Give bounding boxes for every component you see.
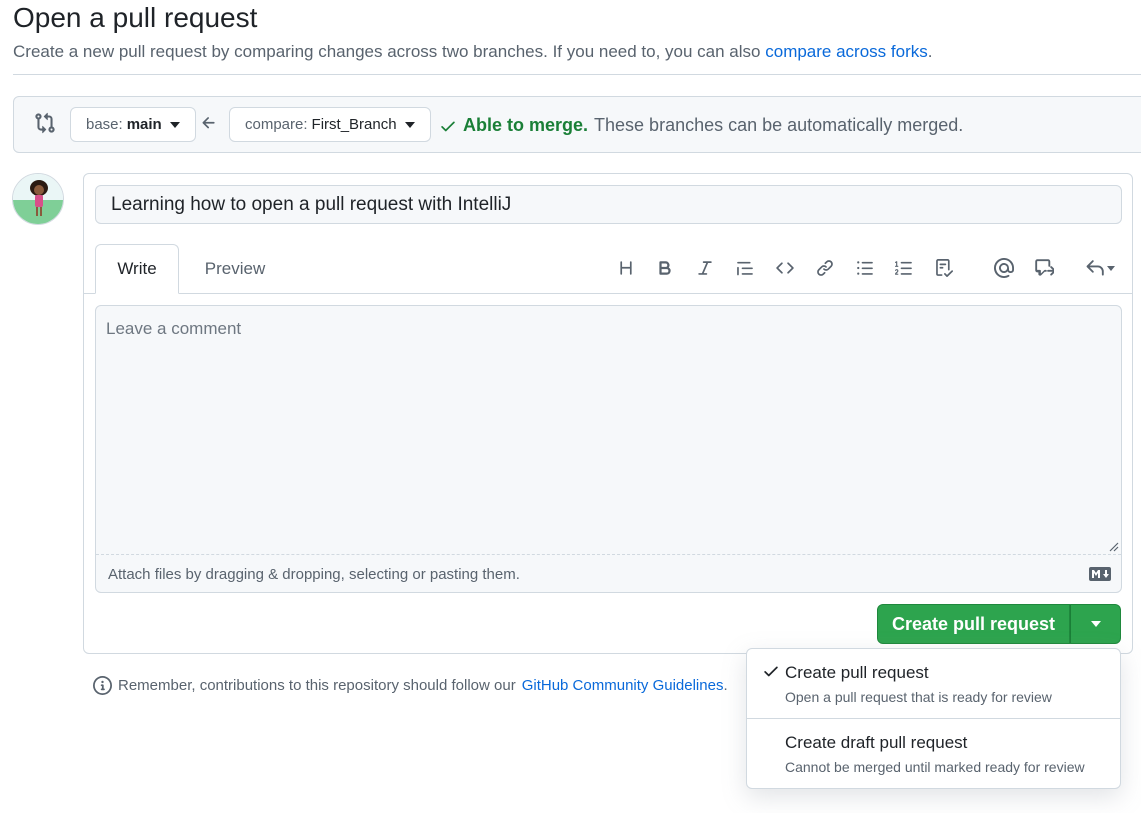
base-branch-button[interactable]: base: main [70, 107, 196, 142]
submit-button-group: Create pull request [877, 604, 1121, 644]
merge-ok-text: Able to merge. [463, 115, 589, 135]
bold-button[interactable] [651, 254, 679, 282]
info-icon [93, 676, 112, 695]
title-divider [13, 74, 1141, 75]
avatar[interactable] [12, 173, 64, 225]
quote-icon [737, 261, 753, 276]
guidelines-text: Remember, contributions to this reposito… [118, 677, 516, 694]
menu-item-description: Open a pull request that is ready for re… [785, 689, 1052, 705]
create-pull-request-button[interactable]: Create pull request [877, 604, 1070, 644]
menu-item-title: Create draft pull request [785, 733, 968, 752]
pr-title-input[interactable] [95, 185, 1122, 224]
reply-icon [1086, 260, 1104, 276]
compare-across-forks-link[interactable]: compare across forks [765, 42, 928, 61]
comment-textarea[interactable] [96, 306, 1121, 554]
code-icon [776, 262, 794, 274]
chevron-down-icon [404, 121, 415, 128]
heading-icon [620, 261, 632, 275]
pull-request-form: Write Preview [83, 173, 1133, 654]
bulleted-list-button[interactable] [851, 254, 879, 282]
resize-grip-icon[interactable] [1107, 540, 1119, 552]
cross-reference-icon [1035, 259, 1054, 276]
chevron-down-icon [1090, 621, 1101, 627]
guidelines-end: . [723, 677, 728, 694]
cross-reference-button[interactable] [1030, 254, 1058, 282]
chevron-down-icon [169, 121, 180, 128]
subtitle-end: . [927, 42, 933, 61]
italic-icon [698, 261, 712, 275]
merge-status: Able to merge. These branches can be aut… [439, 115, 963, 136]
community-guidelines-link[interactable]: GitHub Community Guidelines [522, 677, 724, 694]
submit-options-toggle[interactable] [1070, 604, 1121, 644]
user-avatar-icon [13, 174, 63, 224]
attach-files-bar[interactable]: Attach files by dragging & dropping, sel… [96, 554, 1121, 592]
submit-options-menu: Create pull request Open a pull request … [746, 648, 1121, 789]
menu-item-title: Create pull request [785, 663, 929, 682]
git-compare-icon [35, 112, 55, 134]
page-subtitle: Create a new pull request by comparing c… [13, 42, 932, 62]
compare-branch-name: First_Branch [311, 116, 397, 133]
subtitle-text: Create a new pull request by comparing c… [13, 42, 761, 61]
compare-branch-button[interactable]: compare: First_Branch [229, 107, 431, 142]
numbered-list-icon [895, 261, 912, 275]
saved-replies-button[interactable] [1080, 254, 1120, 282]
italic-button[interactable] [691, 254, 719, 282]
editor-tabs: Write Preview [84, 244, 1132, 294]
comment-area: Attach files by dragging & dropping, sel… [95, 305, 1122, 593]
compare-prefix: compare: [245, 116, 308, 133]
base-prefix: base: [86, 116, 123, 133]
chevron-down-icon [1107, 265, 1115, 271]
compare-bar: base: main compare: First_Branch Able to… [13, 96, 1141, 153]
code-button[interactable] [771, 254, 799, 282]
base-branch-name: main [126, 116, 162, 133]
numbered-list-button[interactable] [890, 254, 918, 282]
guidelines-note: Remember, contributions to this reposito… [93, 676, 728, 695]
markdown-icon[interactable] [1089, 567, 1111, 581]
check-icon [441, 121, 455, 131]
menu-item-description: Cannot be merged until marked ready for … [785, 759, 1085, 775]
merge-description: These branches can be automatically merg… [594, 115, 964, 135]
bulleted-list-icon [857, 261, 873, 275]
attach-files-text: Attach files by dragging & dropping, sel… [108, 566, 520, 583]
menu-item-create-draft-pull-request[interactable]: Create draft pull request Cannot be merg… [747, 719, 1120, 789]
link-icon [817, 260, 833, 276]
task-list-icon [936, 259, 953, 277]
mention-icon [994, 258, 1014, 278]
mention-button[interactable] [990, 254, 1018, 282]
tab-write[interactable]: Write [95, 244, 179, 294]
page-title: Open a pull request [13, 2, 258, 33]
check-icon [764, 666, 778, 677]
quote-button[interactable] [731, 254, 759, 282]
tab-preview[interactable]: Preview [194, 244, 276, 294]
bold-icon [659, 261, 671, 275]
link-button[interactable] [811, 254, 839, 282]
menu-item-create-pull-request[interactable]: Create pull request Open a pull request … [747, 649, 1120, 719]
arrow-left-icon [202, 117, 215, 129]
heading-button[interactable] [612, 254, 640, 282]
task-list-button[interactable] [930, 254, 958, 282]
